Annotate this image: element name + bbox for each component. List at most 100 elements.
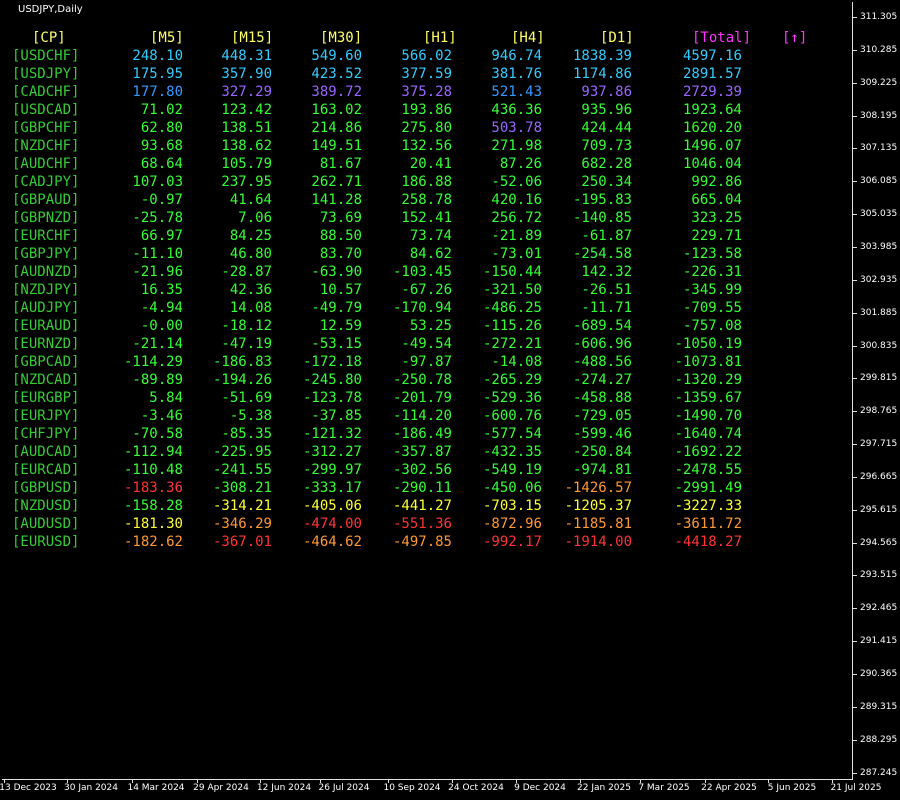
value-cell: -3.46 xyxy=(140,408,183,424)
value-cell: -2991.49 xyxy=(674,480,742,496)
value-cell: -250.84 xyxy=(572,444,632,460)
column-header: [D1] xyxy=(600,30,634,46)
value-cell: -150.44 xyxy=(482,264,542,280)
price-tick xyxy=(852,181,857,183)
pair-label: [USDJPY] xyxy=(12,66,80,82)
price-label: 295.615 xyxy=(860,504,898,515)
value-cell: 377.59 xyxy=(401,66,452,82)
value-cell: -183.36 xyxy=(123,480,183,496)
date-label: 12 Jun 2024 xyxy=(256,783,312,793)
value-cell: -321.50 xyxy=(482,282,542,298)
value-cell: 323.25 xyxy=(691,210,742,226)
price-tick xyxy=(852,674,857,675)
value-cell: -1692.22 xyxy=(674,444,742,460)
value-cell: 424.44 xyxy=(581,120,632,136)
price-tick xyxy=(852,17,857,18)
value-cell: -115.26 xyxy=(482,318,542,334)
value-cell: -757.08 xyxy=(682,318,742,334)
value-cell: 5.84 xyxy=(149,390,183,406)
value-cell: -872.96 xyxy=(482,516,542,532)
date-label: 21 Jul 2025 xyxy=(830,783,882,793)
value-cell: -21.96 xyxy=(132,264,183,280)
value-cell: 566.02 xyxy=(401,48,452,64)
price-label: 311.305 xyxy=(860,12,898,22)
value-cell: -112.94 xyxy=(123,444,183,460)
price-label: 307.135 xyxy=(860,143,898,154)
value-cell: -345.99 xyxy=(682,282,742,298)
column-header: [M15] xyxy=(231,30,274,46)
price-tick xyxy=(852,509,857,511)
value-cell: -195.83 xyxy=(572,192,632,208)
value-cell: 14.08 xyxy=(229,300,272,316)
value-cell: 682.28 xyxy=(581,156,632,172)
chart-title: USDJPY,Daily xyxy=(18,4,83,15)
date-label: 22 Jan 2025 xyxy=(577,783,631,793)
date-label: 9 Dec 2024 xyxy=(514,783,566,793)
pair-label: [NZDUSD] xyxy=(12,498,80,514)
price-tick xyxy=(852,411,857,413)
value-cell: -2478.55 xyxy=(674,462,742,478)
value-cell: -250.78 xyxy=(392,372,452,388)
value-cell: -5.38 xyxy=(229,408,272,424)
value-cell: -181.30 xyxy=(123,516,183,532)
price-tick xyxy=(852,641,857,643)
price-tick xyxy=(852,49,857,51)
value-cell: -302.56 xyxy=(392,462,452,478)
value-cell: -405.06 xyxy=(302,498,362,514)
value-cell: 87.26 xyxy=(499,156,542,172)
value-cell: -158.28 xyxy=(123,498,183,514)
value-cell: -103.45 xyxy=(392,264,452,280)
value-cell: 357.90 xyxy=(221,66,272,82)
pair-label: [NZDJPY] xyxy=(12,282,80,298)
value-cell: -51.69 xyxy=(221,390,272,406)
value-cell: 138.51 xyxy=(221,120,272,136)
value-cell: 16.35 xyxy=(140,282,183,298)
pair-label: [AUDCHF] xyxy=(12,156,80,172)
value-cell: 123.42 xyxy=(221,102,272,118)
value-cell: -549.19 xyxy=(482,462,542,478)
value-cell: 68.64 xyxy=(140,156,183,172)
value-cell: -121.32 xyxy=(302,426,362,442)
value-cell: 503.78 xyxy=(491,120,542,136)
value-cell: 248.10 xyxy=(132,48,183,64)
value-cell: -201.79 xyxy=(392,390,452,406)
chart-window[interactable]: USDJPY,Daily 311.305 310.285 309.225 308.19… xyxy=(0,0,900,800)
value-cell: -53.15 xyxy=(311,336,362,352)
value-cell: 992.86 xyxy=(691,174,742,190)
value-cell: 2729.39 xyxy=(682,84,742,100)
value-cell: 2891.57 xyxy=(682,66,742,82)
value-cell: -11.71 xyxy=(581,300,632,316)
price-tick xyxy=(852,214,857,216)
value-cell: 138.62 xyxy=(221,138,272,154)
value-cell: 88.50 xyxy=(319,228,362,244)
value-cell: -123.58 xyxy=(682,246,742,262)
value-cell: 436.36 xyxy=(491,102,542,118)
value-cell: 41.64 xyxy=(229,192,272,208)
price-label: 302.935 xyxy=(860,274,898,285)
value-cell: 141.28 xyxy=(311,192,362,208)
value-cell: 152.41 xyxy=(401,210,452,226)
value-cell: -182.62 xyxy=(123,534,183,550)
value-cell: -1050.19 xyxy=(674,336,742,352)
price-tick xyxy=(852,312,857,314)
price-label: 298.765 xyxy=(860,406,898,417)
value-cell: -992.17 xyxy=(482,534,542,550)
value-cell: 256.72 xyxy=(491,210,542,226)
value-cell: 84.62 xyxy=(409,246,452,262)
value-cell: -474.00 xyxy=(302,516,362,532)
value-cell: 327.29 xyxy=(221,84,272,100)
value-cell: -0.00 xyxy=(140,318,183,334)
value-cell: -37.85 xyxy=(311,408,362,424)
value-cell: -314.21 xyxy=(212,498,272,514)
value-cell: -47.19 xyxy=(221,336,272,352)
value-cell: 665.04 xyxy=(691,192,742,208)
value-cell: 1174.86 xyxy=(572,66,632,82)
date-label: 13 Dec 2023 xyxy=(0,783,57,793)
value-cell: -709.55 xyxy=(682,300,742,316)
value-cell: -333.17 xyxy=(302,480,362,496)
value-cell: -3227.33 xyxy=(674,498,742,514)
value-cell: -4418.27 xyxy=(674,534,742,550)
value-cell: 1923.64 xyxy=(682,102,742,118)
value-cell: 175.95 xyxy=(132,66,183,82)
value-cell: -114.20 xyxy=(392,408,452,424)
